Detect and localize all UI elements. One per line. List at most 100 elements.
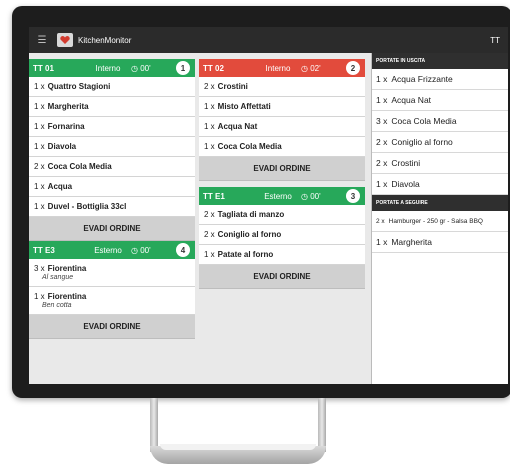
kitchen-logo-icon (57, 33, 73, 47)
portata-item[interactable]: 1 x Diavola (372, 174, 508, 195)
evadi-ordine-button[interactable]: EVADI ORDINE (29, 315, 195, 339)
item-qty: 1 x (204, 142, 215, 151)
item-qty: 1 x (34, 102, 45, 111)
order-item[interactable]: 1 x Duvel - Bottiglia 33cl (29, 197, 195, 217)
item-name: Patate al forno (217, 250, 274, 259)
item-name: Duvel - Bottiglia 33cl (47, 202, 127, 211)
evadi-ordine-button[interactable]: EVADI ORDINE (199, 265, 365, 289)
ticket-number-badge: 2 (346, 61, 360, 75)
hamburger-menu-icon[interactable]: ☰ (33, 35, 51, 46)
order-item[interactable]: 1 x Fiorentina Ben cotta (29, 287, 195, 315)
ticket-tte1: TT E1 Esterno ◷ 00' 3 2 x Tagliata di man… (199, 187, 365, 289)
item-name: Diavola (391, 179, 420, 189)
ticket-table: TT E1 (203, 191, 225, 201)
order-item[interactable]: 1 x Patate al forno (199, 245, 365, 265)
item-name: Margherita (391, 237, 432, 247)
item-qty: 2 x (204, 82, 215, 91)
ticket-timer: ◷ 00' (301, 191, 321, 201)
item-qty: 2 x (204, 230, 215, 239)
item-qty: 2 x (34, 162, 45, 171)
item-name: Tagliata di manzo (217, 210, 285, 219)
item-name: Crostini (217, 82, 248, 91)
item-name: Fiorentina (47, 292, 87, 301)
ticket-timer: ◷ 02' (301, 63, 321, 73)
portata-item[interactable]: 2 x Crostini (372, 153, 508, 174)
order-item[interactable]: 1 x Diavola (29, 137, 195, 157)
item-qty: 1 x (204, 250, 215, 259)
portata-item[interactable]: 2 x Hamburger - 250 gr - Salsa BBQ (372, 211, 508, 232)
item-name: Acqua (47, 182, 73, 191)
item-name: Acqua Nat (391, 95, 432, 105)
item-name: Hamburger - 250 gr - Salsa BBQ (388, 217, 483, 225)
item-qty: 2 x (376, 137, 388, 147)
ticket-number-badge: 3 (346, 189, 360, 203)
ticket-header: TT E1 Esterno ◷ 00' 3 (199, 187, 365, 205)
item-name: Coniglio al forno (217, 230, 282, 239)
ticket-header: TT 02 Interno ◷ 02' 2 (199, 59, 365, 77)
ticket-type: Esterno (94, 245, 122, 255)
ticket-header: TT 01 Interno ◷ 00' 1 (29, 59, 195, 77)
evadi-ordine-button[interactable]: EVADI ORDINE (199, 157, 365, 181)
app-bar: ☰ KitchenMonitor TT (29, 27, 508, 53)
item-qty: 3 x (376, 116, 388, 126)
order-item[interactable]: 2 x Crostini (199, 77, 365, 97)
order-item[interactable]: 1 x Acqua (29, 177, 195, 197)
item-qty: 1 x (34, 82, 45, 91)
item-name: Acqua Frizzante (391, 74, 453, 84)
item-name: Fornarina (47, 122, 85, 131)
order-item[interactable]: 2 x Coca Cola Media (29, 157, 195, 177)
item-qty: 2 x (204, 210, 215, 219)
order-item[interactable]: 2 x Coniglio al forno (199, 225, 365, 245)
monitor-frame: ☰ KitchenMonitor TT TT 01 Interno ◷ 00' … (12, 6, 510, 398)
ticket-type: Interno (265, 63, 291, 73)
monitor-base-highlight (160, 444, 316, 450)
order-item[interactable]: 1 x Misto Affettati (199, 97, 365, 117)
item-qty: 1 x (376, 95, 388, 105)
ticket-tt01: TT 01 Interno ◷ 00' 1 1 x Quattro Stagion… (29, 59, 195, 241)
item-qty: 1 x (34, 202, 45, 211)
item-qty: 1 x (376, 74, 388, 84)
user-initials[interactable]: TT (490, 36, 500, 45)
portata-item[interactable]: 1 x Margherita (372, 232, 508, 253)
order-item[interactable]: 1 x Margherita (29, 97, 195, 117)
order-item[interactable]: 2 x Tagliata di manzo (199, 205, 365, 225)
item-qty: 1 x (376, 237, 388, 247)
order-item[interactable]: 3 x Fiorentina Al sangue (29, 259, 195, 287)
column-1: TT 01 Interno ◷ 00' 1 1 x Quattro Stagion… (29, 59, 195, 339)
portata-item[interactable]: 1 x Acqua Frizzante (372, 69, 508, 90)
ticket-table: TT 02 (203, 63, 224, 73)
item-name: Coniglio al forno (391, 137, 453, 147)
ticket-timer: ◷ 00' (131, 63, 151, 73)
order-item[interactable]: 1 x Coca Cola Media (199, 137, 365, 157)
item-qty: 3 x (34, 264, 45, 273)
item-qty: 1 x (376, 179, 388, 189)
portate-in-uscita-header: PORTATE IN USCITA (372, 53, 508, 69)
item-name: Coca Cola Media (391, 116, 457, 126)
item-name: Diavola (47, 142, 77, 151)
monitor-stand-right (318, 398, 326, 452)
order-item[interactable]: 1 x Acqua Nat (199, 117, 365, 137)
monitor-stand-left (150, 398, 158, 452)
portata-item[interactable]: 3 x Coca Cola Media (372, 111, 508, 132)
ticket-type: Interno (95, 63, 121, 73)
portata-item[interactable]: 2 x Coniglio al forno (372, 132, 508, 153)
item-qty: 2 x (376, 158, 388, 168)
item-qty: 1 x (204, 102, 215, 111)
item-name: Coca Cola Media (47, 162, 112, 171)
portata-item[interactable]: 1 x Acqua Nat (372, 90, 508, 111)
order-item[interactable]: 1 x Quattro Stagioni (29, 77, 195, 97)
item-name: Acqua Nat (217, 122, 258, 131)
item-name: Fiorentina (47, 264, 87, 273)
evadi-ordine-button[interactable]: EVADI ORDINE (29, 217, 195, 241)
item-qty: 1 x (204, 122, 215, 131)
order-item[interactable]: 1 x Fornarina (29, 117, 195, 137)
ticket-table: TT E3 (33, 245, 55, 255)
item-note: Al sangue (42, 274, 74, 281)
ticket-timer: ◷ 00' (131, 245, 151, 255)
ticket-type: Esterno (264, 191, 292, 201)
item-qty: 1 x (34, 292, 45, 301)
ticket-tt02: TT 02 Interno ◷ 02' 2 2 x Crostini 1 x Mis… (199, 59, 365, 181)
ticket-number-badge: 1 (176, 61, 190, 75)
item-name: Quattro Stagioni (47, 82, 111, 91)
item-qty: 1 x (34, 182, 45, 191)
